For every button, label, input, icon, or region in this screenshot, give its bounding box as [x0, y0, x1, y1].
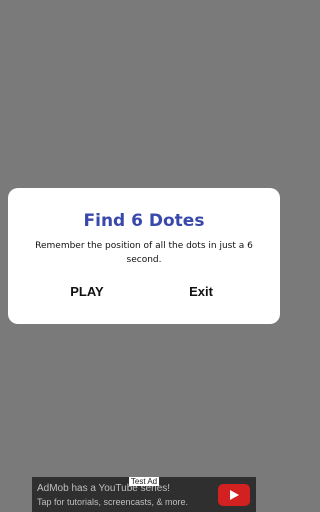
play-button[interactable]: PLAY: [47, 280, 127, 304]
dialog-message: Remember the position of all the dots in…: [35, 241, 253, 265]
test-ad-text: Test Ad: [128, 477, 160, 486]
ad-subtext: Tap for tutorials, screencasts, & more.: [37, 497, 189, 507]
dialog-title: Find 6 Dotes: [83, 211, 205, 231]
youtube-play-icon[interactable]: [218, 484, 250, 506]
ad-banner[interactable]: AdMob has a YouTube series! Tap for tuto…: [32, 477, 256, 512]
game-dialog: Find 6 Dotes Remember the position of al…: [8, 188, 280, 324]
exit-button[interactable]: Exit: [161, 280, 241, 304]
